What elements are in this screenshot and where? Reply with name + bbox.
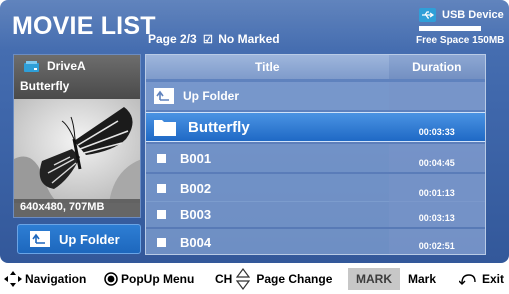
list-item-up-folder[interactable]: Up Folder: [146, 82, 485, 110]
list-item-duration: 00:03:33: [418, 127, 455, 137]
column-duration: Duration: [388, 55, 485, 79]
popup-hint: PopUp Menu: [104, 272, 194, 286]
list-item-name: B001: [180, 150, 212, 166]
mark-hint: MARK Mark: [348, 267, 437, 290]
exit-hint: Exit: [459, 272, 504, 286]
channel-up-down-icon: [236, 267, 251, 290]
movie-list-table: Title Duration Up Folder Butterfly 00:03…: [145, 54, 486, 255]
ch-label: CH: [215, 271, 233, 286]
preview-panel: DriveA Butterfly 640x480, 707MB: [13, 54, 141, 218]
free-space-text: Free Space 150MB: [416, 35, 505, 46]
list-item[interactable]: B002 00:01:13: [146, 174, 485, 202]
list-item-duration: 00:02:51: [388, 229, 485, 254]
column-title: Title: [255, 60, 280, 74]
popup-menu-label: PopUp Menu: [121, 271, 195, 286]
list-item-name: B004: [180, 234, 212, 250]
folder-icon: [154, 120, 176, 136]
back-arrow-icon: [459, 273, 476, 285]
page-info: Page 2/3 ☑ No Marked: [148, 32, 280, 46]
file-icon: [157, 237, 166, 247]
up-folder-icon: [30, 231, 50, 247]
up-folder-icon: [154, 88, 174, 104]
list-header: Title Duration: [146, 55, 485, 79]
page-change-label: Page Change: [256, 271, 333, 286]
list-item[interactable]: B003 00:03:13: [146, 201, 485, 227]
navigation-label: Navigation: [25, 271, 87, 286]
marked-checkbox-icon: ☑: [203, 34, 213, 46]
nav-hint: Navigation: [3, 270, 86, 288]
list-item-name: B002: [180, 180, 212, 196]
mark-label: Mark: [408, 271, 437, 286]
butterfly-thumbnail: [14, 99, 140, 203]
list-item-duration: 00:01:13: [388, 174, 485, 202]
usb-device-status: USB Device Free Space 150MB: [414, 8, 504, 46]
usb-device-label: USB Device: [442, 9, 504, 21]
file-icon: [157, 183, 166, 193]
list-item-duration: 00:04:45: [388, 144, 485, 172]
list-item-selected[interactable]: Butterfly 00:03:33: [146, 112, 485, 142]
drive-icon: [24, 60, 39, 72]
list-item[interactable]: B004 00:02:51: [146, 229, 485, 254]
usb-icon: [419, 8, 436, 22]
preview-header: DriveA Butterfly: [14, 55, 140, 99]
file-icon: [157, 153, 166, 163]
page-indicator: Page 2/3: [148, 32, 197, 46]
key-guide-bar: Navigation PopUp Menu CH Page Change MAR…: [0, 263, 509, 294]
free-space-bar: [419, 26, 481, 31]
file-icon: [157, 209, 166, 219]
list-item-name: Butterfly: [188, 118, 250, 136]
movie-list-panel: MOVIE LIST Page 2/3 ☑ No Marked USB Devi…: [0, 0, 509, 263]
list-item-label: Up Folder: [183, 89, 239, 103]
preview-file-info: 640x480, 707MB: [14, 199, 140, 217]
marked-status: No Marked: [218, 32, 280, 46]
mark-key: MARK: [348, 267, 400, 290]
page-change-hint: CH Page Change: [215, 267, 333, 290]
list-item-name: B003: [180, 206, 212, 222]
up-folder-button-label: Up Folder: [59, 231, 120, 247]
navigation-arrows-icon: [4, 270, 22, 287]
free-space-fill: [419, 26, 447, 31]
up-folder-button[interactable]: Up Folder: [17, 224, 141, 254]
preview-file-name: Butterfly: [20, 79, 70, 93]
drive-name: DriveA: [47, 59, 86, 73]
list-item[interactable]: B001 00:04:45: [146, 144, 485, 172]
exit-label: Exit: [482, 271, 505, 286]
enter-button-icon: [104, 271, 118, 286]
page-title: MOVIE LIST: [12, 12, 156, 40]
list-item-duration: 00:03:13: [388, 201, 485, 227]
list-item-duration: [388, 82, 485, 110]
